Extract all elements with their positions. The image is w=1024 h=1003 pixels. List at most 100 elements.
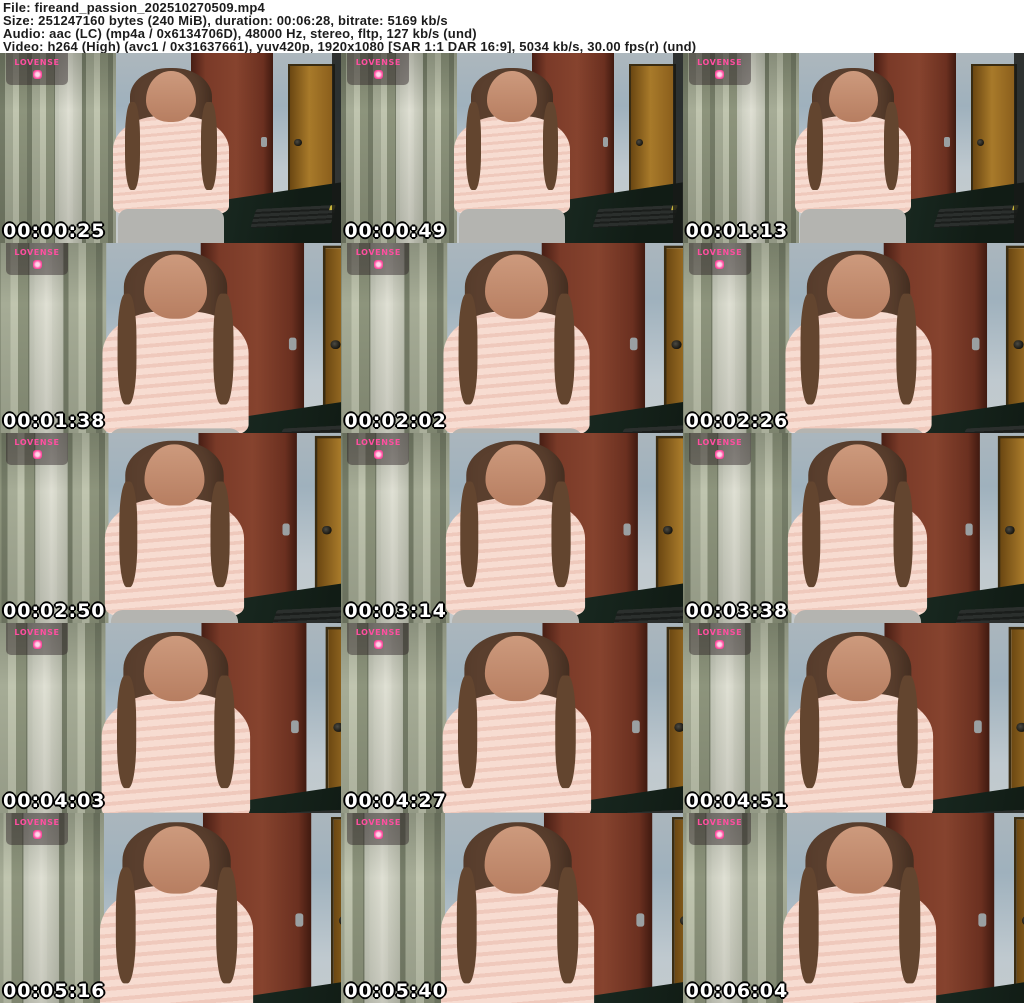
lovense-watermark: LOVENSE: [688, 623, 751, 655]
hair-strand: [465, 102, 482, 190]
hair-strand: [799, 294, 820, 405]
lovense-logo-icon: [715, 450, 725, 459]
person-skirt: [451, 609, 579, 623]
lovense-logo-icon: [715, 260, 725, 269]
lovense-logo-icon: [32, 260, 42, 269]
lovense-watermark: LOVENSE: [688, 433, 751, 465]
timestamp-overlay: 00:01:38: [3, 410, 106, 432]
hair-strand: [797, 867, 819, 984]
hair-strand: [884, 102, 900, 190]
video-thumbnail: LOVENSE 00:00:25: [0, 53, 342, 243]
hair-strand: [117, 294, 137, 405]
timestamp-overlay: 00:04:03: [3, 790, 106, 812]
hair-strand: [460, 482, 479, 587]
person-skirt: [459, 208, 565, 243]
lovense-watermark: LOVENSE: [6, 53, 68, 85]
thumbnail-grid: LOVENSE 00:00:25 LOVENSE 00:00:49 LOVENS…: [0, 53, 1024, 1003]
hair-strand: [210, 482, 230, 587]
lovense-logo-icon: [715, 70, 725, 79]
person-head: [485, 635, 549, 702]
video-thumbnail: LOVENSE 00:04:51: [682, 623, 1024, 813]
timestamp-overlay: 00:01:13: [685, 220, 789, 242]
lovense-watermark: LOVENSE: [347, 53, 410, 85]
video-info-line: Video: h264 (High) (avc1 / 0x31637661), …: [3, 39, 697, 54]
hair-strand: [201, 102, 217, 190]
person-head: [485, 444, 546, 506]
hair-strand: [124, 102, 140, 190]
lovense-watermark: LOVENSE: [688, 243, 751, 275]
lovense-logo-icon: [32, 70, 42, 79]
person-head: [826, 254, 890, 320]
person-skirt: [800, 208, 907, 243]
hair-strand: [893, 482, 913, 587]
hair-strand: [456, 867, 477, 984]
hair-strand: [556, 676, 576, 788]
timestamp-overlay: 00:03:14: [344, 600, 447, 622]
timestamp-overlay: 00:02:26: [685, 410, 789, 432]
lovense-watermark-text: LOVENSE: [14, 58, 60, 67]
hair-strand: [896, 294, 916, 405]
hair-strand: [555, 294, 575, 405]
video-thumbnail: LOVENSE 00:02:50: [0, 433, 342, 623]
person-skirt: [117, 208, 224, 243]
video-thumbnail: LOVENSE 00:03:14: [341, 433, 683, 623]
video-thumbnail: LOVENSE 00:05:40: [341, 813, 683, 1003]
timestamp-overlay: 00:00:25: [3, 220, 106, 242]
lovense-logo-icon: [715, 830, 725, 839]
lovense-watermark-text: LOVENSE: [14, 818, 60, 827]
hair-strand: [807, 102, 823, 190]
lovense-watermark-text: LOVENSE: [355, 58, 401, 67]
person-head: [485, 254, 548, 320]
lovense-logo-icon: [32, 640, 42, 649]
lovense-watermark-text: LOVENSE: [14, 248, 60, 257]
lovense-watermark: LOVENSE: [688, 813, 751, 845]
hair-strand: [897, 676, 918, 788]
lovense-watermark: LOVENSE: [688, 53, 751, 85]
lovense-logo-icon: [32, 830, 42, 839]
video-thumbnail: LOVENSE 00:05:16: [0, 813, 342, 1003]
timestamp-overlay: 00:04:51: [685, 790, 789, 812]
timestamp-overlay: 00:02:02: [344, 410, 447, 432]
person-head: [144, 444, 204, 506]
timestamp-overlay: 00:05:16: [3, 980, 106, 1002]
person-head: [828, 71, 879, 123]
lovense-logo-icon: [373, 260, 383, 269]
video-thumbnail: LOVENSE 00:04:03: [0, 623, 342, 813]
lovense-watermark: LOVENSE: [347, 243, 410, 275]
hair-strand: [458, 294, 478, 405]
lovense-watermark-text: LOVENSE: [697, 58, 743, 67]
lovense-watermark-text: LOVENSE: [697, 438, 743, 447]
lovense-logo-icon: [373, 70, 383, 79]
lovense-watermark-text: LOVENSE: [697, 248, 743, 257]
lovense-watermark-text: LOVENSE: [697, 818, 743, 827]
hair-strand: [214, 676, 235, 788]
timestamp-overlay: 00:03:38: [685, 600, 789, 622]
lovense-logo-icon: [715, 640, 725, 649]
timestamp-overlay: 00:04:27: [344, 790, 447, 812]
lovense-watermark: LOVENSE: [6, 243, 68, 275]
video-thumbnail: LOVENSE 00:02:26: [682, 243, 1024, 433]
lovense-watermark: LOVENSE: [347, 623, 410, 655]
lovense-logo-icon: [373, 830, 383, 839]
lovense-watermark: LOVENSE: [6, 433, 68, 465]
video-thumbnail: LOVENSE 00:06:04: [682, 813, 1024, 1003]
hair-strand: [216, 867, 237, 984]
lovense-watermark: LOVENSE: [347, 813, 410, 845]
video-thumbnail: LOVENSE 00:04:27: [341, 623, 683, 813]
lovense-watermark: LOVENSE: [347, 433, 410, 465]
person-skirt: [793, 609, 921, 623]
lovense-logo-icon: [32, 450, 42, 459]
lovense-watermark: LOVENSE: [6, 813, 68, 845]
lovense-watermark-text: LOVENSE: [14, 628, 60, 637]
file-info-header: File: fireand_passion_202510270509.mp4 S…: [0, 0, 1024, 53]
person-head: [826, 826, 892, 895]
lovense-watermark-text: LOVENSE: [697, 628, 743, 637]
person-head: [487, 71, 537, 123]
lovense-watermark-text: LOVENSE: [355, 628, 401, 637]
hair-strand: [457, 676, 478, 788]
video-thumbnail: LOVENSE 00:00:49: [341, 53, 683, 243]
timestamp-overlay: 00:05:40: [344, 980, 447, 1002]
timestamp-overlay: 00:02:50: [3, 600, 106, 622]
person-head: [146, 71, 196, 123]
hair-strand: [116, 676, 137, 788]
